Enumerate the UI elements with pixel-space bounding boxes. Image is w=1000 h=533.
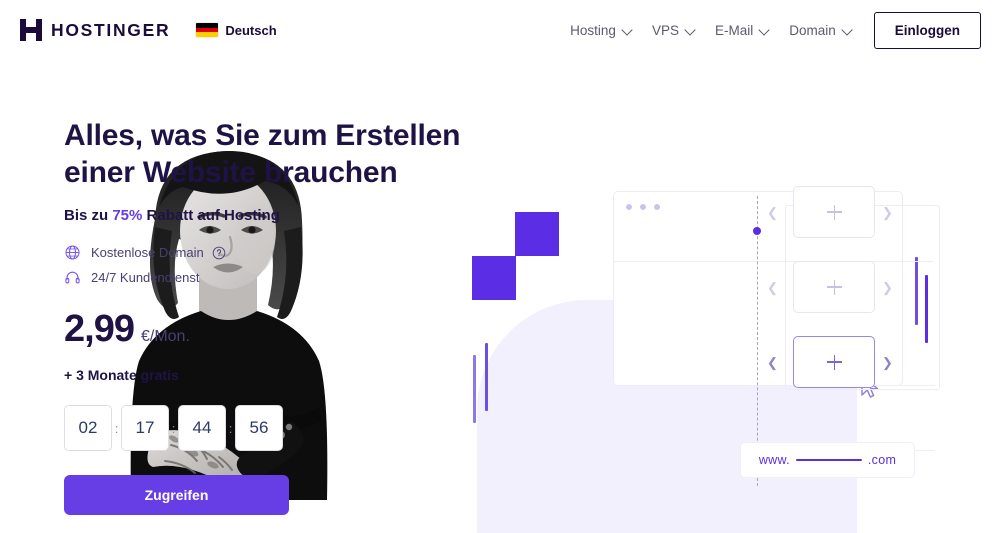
countdown-separator: : <box>171 420 176 436</box>
window-dots-icon <box>626 204 660 210</box>
landing-page: HOSTINGER Deutsch Hosting VPS E-Mail Dom… <box>0 0 1000 533</box>
nav-item-domain[interactable]: Domain <box>779 17 862 44</box>
feature-label: Kostenlose Domain <box>91 245 204 261</box>
discount-subline: Bis zu 75% Rabatt auf Hosting <box>64 207 484 224</box>
nav-label: Hosting <box>570 22 616 38</box>
main-navigation: Hosting VPS E-Mail Domain Einloggen <box>560 11 981 49</box>
chevron-right-icon[interactable]: ❯ <box>882 206 893 219</box>
login-button[interactable]: Einloggen <box>873 11 981 49</box>
domain-url-card[interactable]: www. .com <box>740 442 915 478</box>
subline-suffix: Rabatt auf Hosting <box>142 207 280 225</box>
german-flag-icon <box>196 23 219 37</box>
countdown-separator: : <box>228 420 233 436</box>
url-prefix: www. <box>758 453 790 467</box>
feature-list: Kostenlose Domain 24/7 Kundendienst <box>64 244 484 286</box>
cta-button[interactable]: Zugreifen <box>64 475 289 516</box>
language-selector[interactable]: Deutsch <box>196 22 277 38</box>
chevron-right-icon[interactable]: ❯ <box>882 281 893 294</box>
chevron-down-icon <box>760 26 769 35</box>
plus-icon <box>826 279 842 295</box>
nav-label: VPS <box>651 22 679 38</box>
plus-icon <box>826 354 842 370</box>
question-circle-icon[interactable] <box>212 246 226 260</box>
placeholder-card-1[interactable] <box>793 186 875 238</box>
feature-item-support: 24/7 Kundendienst <box>64 269 484 286</box>
price-amount: 2,99 <box>64 308 135 351</box>
chevron-left-icon[interactable]: ❮ <box>767 356 778 369</box>
chevron-down-icon <box>623 26 632 35</box>
decorative-bar-left-2 <box>485 343 488 411</box>
headset-icon <box>65 271 80 284</box>
chevron-down-icon <box>843 26 852 35</box>
countdown-hours: 17 <box>121 405 169 452</box>
price-block: 2,99 €/Mon. <box>64 308 484 351</box>
countdown-seconds: 56 <box>235 405 283 452</box>
chevron-left-icon[interactable]: ❮ <box>767 206 778 219</box>
placeholder-card-2[interactable] <box>793 261 875 313</box>
chevron-left-icon[interactable]: ❮ <box>767 281 778 294</box>
countdown-minutes: 44 <box>178 405 226 452</box>
decorative-square-top <box>515 212 559 256</box>
site-header: HOSTINGER Deutsch Hosting VPS E-Mail Dom… <box>0 0 1000 60</box>
feature-item-free-domain: Kostenlose Domain <box>64 244 484 261</box>
guide-handle-dot[interactable] <box>753 227 761 235</box>
feature-label: 24/7 Kundendienst <box>91 270 200 286</box>
brand-logo[interactable]: HOSTINGER <box>20 19 170 41</box>
nav-item-email[interactable]: E-Mail <box>705 17 779 44</box>
hostinger-h-logo-icon <box>20 19 42 41</box>
nav-label: Domain <box>789 22 836 38</box>
countdown-days: 02 <box>64 405 112 452</box>
chevron-down-icon <box>686 26 695 35</box>
countdown-timer: 02 : 17 : 44 : 56 <box>64 405 484 452</box>
language-label: Deutsch <box>225 22 277 38</box>
subline-prefix: Bis zu <box>64 207 113 225</box>
url-blank-line <box>795 459 862 461</box>
hero-copy: Alles, was Sie zum Erstellen einer Websi… <box>64 118 484 516</box>
chevron-right-icon[interactable]: ❯ <box>882 356 893 369</box>
nav-item-vps[interactable]: VPS <box>642 17 705 44</box>
bonus-text: + 3 Monate gratis <box>64 367 179 384</box>
plus-icon <box>826 204 842 220</box>
price-unit: €/Mon. <box>140 328 190 346</box>
placeholder-card-3[interactable] <box>793 336 875 388</box>
hero-illustration: ❮ ❯ ❮ ❯ ❮ ❯ www. .com <box>455 60 1000 533</box>
discount-percent: 75% <box>112 207 143 225</box>
page-title: Alles, was Sie zum Erstellen einer Websi… <box>64 119 461 189</box>
logo-text: HOSTINGER <box>51 19 171 40</box>
url-suffix: .com <box>867 453 897 467</box>
globe-icon <box>65 245 80 260</box>
nav-label: E-Mail <box>714 22 754 38</box>
countdown-separator: : <box>114 420 119 436</box>
nav-item-hosting[interactable]: Hosting <box>560 17 642 44</box>
